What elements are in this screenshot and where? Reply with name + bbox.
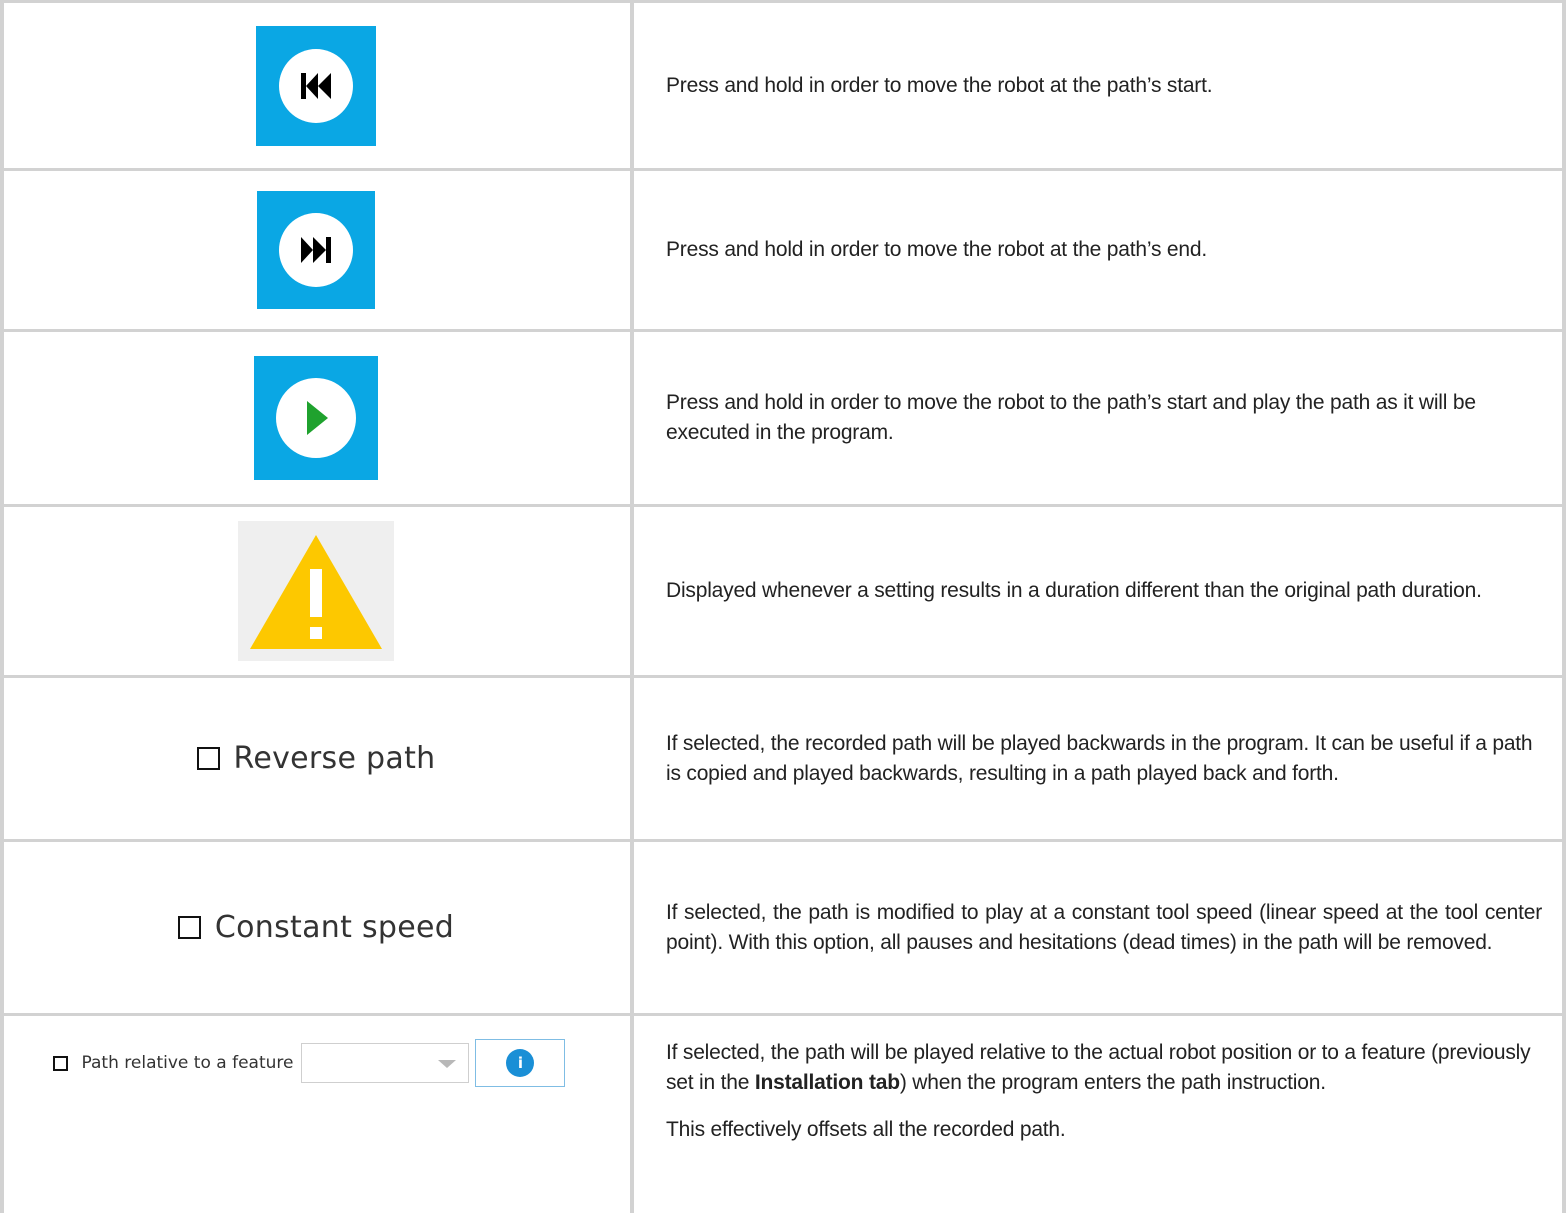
icon-cell bbox=[0, 3, 632, 168]
feature-table: Press and hold in order to move the robo… bbox=[0, 0, 1566, 1213]
constant-speed-checkbox[interactable]: Constant speed bbox=[177, 910, 455, 945]
chevron-down-icon bbox=[438, 1060, 457, 1068]
checkbox-label: Constant speed bbox=[214, 910, 455, 945]
feature-dropdown[interactable] bbox=[301, 1043, 470, 1083]
checkbox-label: Path relative to a feature bbox=[81, 1053, 294, 1073]
icon-cell: Constant speed bbox=[0, 842, 632, 1013]
info-icon: i bbox=[506, 1049, 535, 1077]
table-row: Constant speed If selected, the path is … bbox=[0, 842, 1566, 1013]
checkbox-box[interactable] bbox=[196, 747, 220, 770]
checkbox-label: Reverse path bbox=[233, 741, 436, 776]
path-relative-control: Path relative to a feature i bbox=[52, 1039, 566, 1087]
icon-cell bbox=[0, 332, 632, 504]
skip-to-start-button[interactable] bbox=[256, 25, 376, 146]
skip-to-end-button[interactable] bbox=[257, 191, 375, 309]
description-cell: If selected, the path will be played rel… bbox=[666, 1016, 1542, 1213]
table-row: Press and hold in order to move the robo… bbox=[0, 3, 1566, 168]
description-cell: Press and hold in order to move the robo… bbox=[666, 332, 1542, 504]
description-text: If selected, the recorded path will be p… bbox=[666, 731, 1533, 785]
table-row: Displayed whenever a setting results in … bbox=[0, 507, 1566, 675]
description-text: Displayed whenever a setting results in … bbox=[666, 579, 1482, 602]
checkbox-box[interactable] bbox=[177, 916, 201, 939]
description-text: Press and hold in order to move the robo… bbox=[666, 238, 1207, 261]
warning-icon bbox=[238, 521, 394, 661]
icon-cell bbox=[0, 507, 632, 675]
description-text: If selected, the path is modified to pla… bbox=[666, 900, 1542, 954]
description-cell: If selected, the path is modified to pla… bbox=[666, 842, 1542, 1013]
table-row: Press and hold in order to move the robo… bbox=[0, 332, 1566, 504]
reverse-path-checkbox[interactable]: Reverse path bbox=[196, 741, 436, 776]
description-cell: Displayed whenever a setting results in … bbox=[666, 507, 1542, 675]
path-relative-checkbox[interactable] bbox=[52, 1055, 68, 1071]
play-icon bbox=[276, 378, 356, 458]
description-cell: Press and hold in order to move the robo… bbox=[666, 171, 1542, 329]
table-row: Reverse path If selected, the recorded p… bbox=[0, 678, 1566, 839]
description-cell: If selected, the recorded path will be p… bbox=[666, 678, 1542, 839]
description-note: This effectively offsets all the recorde… bbox=[666, 1118, 1066, 1141]
description-cell: Press and hold in order to move the robo… bbox=[666, 3, 1542, 168]
skip-to-end-icon bbox=[279, 213, 353, 287]
play-button[interactable] bbox=[254, 356, 378, 480]
description-text: If selected, the path will be played rel… bbox=[666, 1038, 1542, 1098]
icon-cell: Path relative to a feature i bbox=[0, 1016, 632, 1213]
installation-tab-text: Installation tab bbox=[754, 1071, 900, 1094]
description-text: Press and hold in order to move the robo… bbox=[666, 73, 1213, 97]
skip-to-start-icon bbox=[279, 48, 353, 123]
info-button[interactable]: i bbox=[475, 1039, 566, 1087]
description-text: Press and hold in order to move the robo… bbox=[666, 391, 1476, 444]
icon-cell: Reverse path bbox=[0, 678, 632, 839]
table-row: Press and hold in order to move the robo… bbox=[0, 171, 1566, 329]
table-row: Path relative to a feature i If selected… bbox=[0, 1016, 1566, 1213]
icon-cell bbox=[0, 171, 632, 329]
description-part: ) when the program enters the path instr… bbox=[899, 1071, 1326, 1094]
